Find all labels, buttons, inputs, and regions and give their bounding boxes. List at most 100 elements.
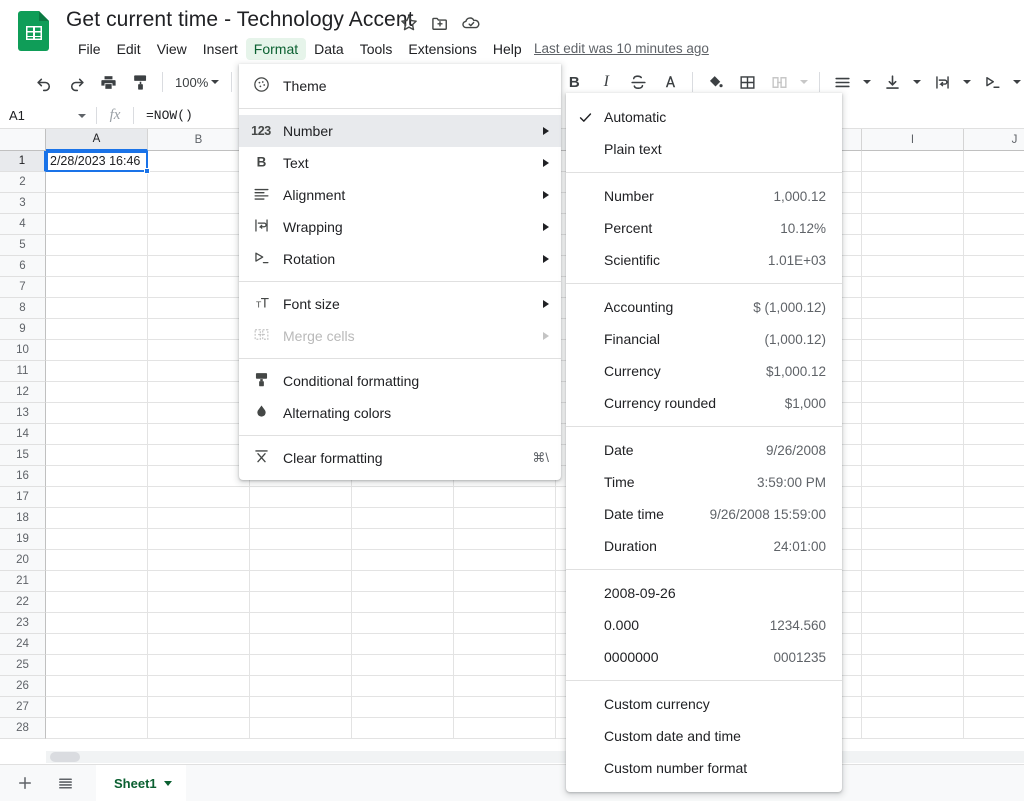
column-header-I[interactable]: I — [862, 129, 964, 151]
borders-icon[interactable] — [733, 68, 761, 96]
paint-format-icon[interactable] — [126, 68, 154, 96]
format-menu-item-text[interactable]: B Text — [239, 147, 561, 179]
grid-cell-E27[interactable] — [454, 697, 556, 718]
row-header-10[interactable]: 10 — [0, 340, 46, 361]
row-header-1[interactable]: 1 — [0, 151, 46, 172]
grid-cell-B13[interactable] — [148, 403, 250, 424]
grid-cell-C25[interactable] — [250, 655, 352, 676]
number-format-item-time[interactable]: Time 3:59:00 PM — [566, 466, 842, 498]
grid-cell-D24[interactable] — [352, 634, 454, 655]
grid-cell-A1[interactable] — [46, 151, 148, 172]
grid-cell-E21[interactable] — [454, 571, 556, 592]
grid-cell-J5[interactable] — [964, 235, 1024, 256]
grid-cell-I20[interactable] — [862, 550, 964, 571]
row-header-19[interactable]: 19 — [0, 529, 46, 550]
format-menu-item-number[interactable]: 123 Number — [239, 115, 561, 147]
grid-cell-J17[interactable] — [964, 487, 1024, 508]
text-rotation-icon[interactable] — [978, 68, 1006, 96]
horizontal-scrollbar-track[interactable] — [46, 751, 1024, 763]
grid-cell-E25[interactable] — [454, 655, 556, 676]
row-header-13[interactable]: 13 — [0, 403, 46, 424]
grid-cell-J13[interactable] — [964, 403, 1024, 424]
row-header-8[interactable]: 8 — [0, 298, 46, 319]
grid-cell-J3[interactable] — [964, 193, 1024, 214]
grid-cell-I15[interactable] — [862, 445, 964, 466]
grid-cell-A13[interactable] — [46, 403, 148, 424]
grid-cell-I27[interactable] — [862, 697, 964, 718]
grid-cell-I17[interactable] — [862, 487, 964, 508]
grid-cell-B25[interactable] — [148, 655, 250, 676]
row-header-16[interactable]: 16 — [0, 466, 46, 487]
move-to-folder-icon[interactable] — [430, 13, 450, 33]
grid-cell-D22[interactable] — [352, 592, 454, 613]
undo-icon[interactable] — [30, 68, 58, 96]
grid-cell-C28[interactable] — [250, 718, 352, 739]
star-icon[interactable] — [399, 13, 419, 33]
grid-cell-I1[interactable] — [862, 151, 964, 172]
select-all-corner[interactable] — [0, 129, 46, 151]
grid-cell-B28[interactable] — [148, 718, 250, 739]
last-edit-link[interactable]: Last edit was 10 minutes ago — [534, 41, 709, 56]
grid-cell-J27[interactable] — [964, 697, 1024, 718]
row-header-27[interactable]: 27 — [0, 697, 46, 718]
grid-cell-J15[interactable] — [964, 445, 1024, 466]
format-menu-item-rotation[interactable]: Rotation — [239, 243, 561, 275]
format-menu-item-font-size[interactable]: T T Font size — [239, 288, 561, 320]
grid-cell-A27[interactable] — [46, 697, 148, 718]
grid-cell-D20[interactable] — [352, 550, 454, 571]
format-menu-item-conditional-formatting[interactable]: Conditional formatting — [239, 365, 561, 397]
menu-format[interactable]: Format — [245, 38, 307, 60]
grid-cell-A21[interactable] — [46, 571, 148, 592]
column-header-B[interactable]: B — [148, 129, 250, 151]
row-header-5[interactable]: 5 — [0, 235, 46, 256]
grid-cell-J21[interactable] — [964, 571, 1024, 592]
zoom-selector[interactable]: 100% — [169, 69, 225, 95]
grid-cell-A10[interactable] — [46, 340, 148, 361]
plus-icon[interactable] — [10, 768, 40, 798]
row-header-2[interactable]: 2 — [0, 172, 46, 193]
grid-cell-I24[interactable] — [862, 634, 964, 655]
menu-data[interactable]: Data — [306, 38, 352, 60]
grid-cell-C19[interactable] — [250, 529, 352, 550]
number-format-item-duration[interactable]: Duration 24:01:00 — [566, 530, 842, 562]
row-header-28[interactable]: 28 — [0, 718, 46, 739]
grid-cell-B16[interactable] — [148, 466, 250, 487]
row-header-7[interactable]: 7 — [0, 277, 46, 298]
row-header-9[interactable]: 9 — [0, 319, 46, 340]
grid-cell-D21[interactable] — [352, 571, 454, 592]
row-header-21[interactable]: 21 — [0, 571, 46, 592]
number-format-item-financial[interactable]: Financial (1,000.12) — [566, 323, 842, 355]
row-header-18[interactable]: 18 — [0, 508, 46, 529]
grid-cell-I21[interactable] — [862, 571, 964, 592]
number-format-item-plain-text[interactable]: Plain text — [566, 133, 842, 165]
number-format-item-custom-date-and-time[interactable]: Custom date and time — [566, 720, 842, 752]
vertical-align-caret-icon[interactable] — [910, 68, 924, 96]
number-format-item-custom-number-format[interactable]: Custom number format — [566, 752, 842, 784]
print-icon[interactable] — [94, 68, 122, 96]
grid-cell-B6[interactable] — [148, 256, 250, 277]
grid-cell-I10[interactable] — [862, 340, 964, 361]
grid-cell-B19[interactable] — [148, 529, 250, 550]
grid-cell-J22[interactable] — [964, 592, 1024, 613]
grid-cell-E22[interactable] — [454, 592, 556, 613]
grid-cell-D18[interactable] — [352, 508, 454, 529]
column-header-J[interactable]: J — [964, 129, 1024, 151]
grid-cell-I3[interactable] — [862, 193, 964, 214]
grid-cell-I22[interactable] — [862, 592, 964, 613]
grid-cell-J25[interactable] — [964, 655, 1024, 676]
number-format-item-number[interactable]: Number 1,000.12 — [566, 180, 842, 212]
row-header-17[interactable]: 17 — [0, 487, 46, 508]
grid-cell-A5[interactable] — [46, 235, 148, 256]
grid-cell-C20[interactable] — [250, 550, 352, 571]
grid-cell-B27[interactable] — [148, 697, 250, 718]
grid-cell-C21[interactable] — [250, 571, 352, 592]
row-header-3[interactable]: 3 — [0, 193, 46, 214]
grid-cell-A19[interactable] — [46, 529, 148, 550]
chevron-down-icon[interactable] — [163, 780, 172, 786]
menu-file[interactable]: File — [70, 38, 109, 60]
name-box[interactable]: A1 — [0, 103, 96, 128]
grid-cell-B4[interactable] — [148, 214, 250, 235]
document-title[interactable]: Get current time - Technology Accent — [66, 8, 414, 32]
grid-cell-I16[interactable] — [862, 466, 964, 487]
menu-view[interactable]: View — [149, 38, 195, 60]
